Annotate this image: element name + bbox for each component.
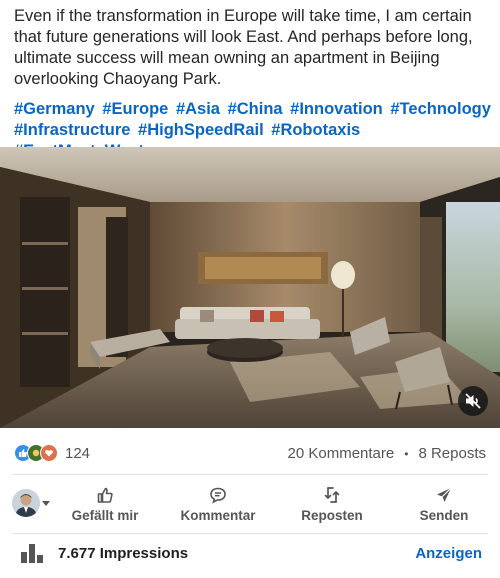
reaction-count: 124 bbox=[65, 444, 91, 462]
reactions-summary[interactable]: 124 bbox=[14, 444, 90, 462]
engagement-counts: 20 Kommentare • 8 Reposts bbox=[288, 445, 486, 462]
social-counts: 124 20 Kommentare • 8 Reposts bbox=[0, 438, 500, 470]
avatar bbox=[12, 489, 40, 517]
reposts-count-link[interactable]: 8 Reposts bbox=[418, 445, 486, 462]
hashtag-link[interactable]: #Germany bbox=[14, 100, 95, 118]
comment-icon bbox=[210, 487, 226, 504]
post-body: Even if the transformation in Europe wil… bbox=[14, 6, 492, 90]
repost-icon bbox=[324, 487, 340, 503]
speaker-muted-icon bbox=[465, 393, 481, 409]
impressions-count: 7.677 Impressions bbox=[58, 544, 189, 562]
repost-button[interactable]: Reposten bbox=[294, 486, 370, 523]
separator-dot: • bbox=[404, 446, 409, 461]
hashtag-link[interactable]: #Asia bbox=[176, 100, 220, 118]
post-text-line: ultimate success will mean owning an apa… bbox=[14, 49, 440, 67]
divider bbox=[12, 474, 488, 475]
hashtag-link[interactable]: #Robotaxis bbox=[271, 121, 360, 139]
repost-label: Reposten bbox=[301, 508, 363, 523]
mute-toggle-button[interactable] bbox=[458, 386, 488, 416]
like-label: Gefällt mir bbox=[71, 508, 139, 523]
comment-label: Kommentar bbox=[180, 508, 256, 523]
chevron-down-icon bbox=[42, 500, 50, 506]
send-icon bbox=[437, 487, 452, 502]
divider bbox=[12, 533, 488, 534]
show-analytics-link[interactable]: Anzeigen bbox=[415, 545, 482, 562]
post-text-line: that future generations will look East. … bbox=[14, 28, 473, 46]
thumbs-up-icon bbox=[97, 487, 113, 503]
post-text-line: Even if the transformation in Europe wil… bbox=[14, 7, 472, 25]
hashtag-link[interactable]: #Technology bbox=[390, 100, 491, 118]
post-text-line: overlooking Chaoyang Park. bbox=[14, 70, 222, 88]
comment-button[interactable]: Kommentar bbox=[178, 486, 258, 523]
hashtag-link[interactable]: #HighSpeedRail bbox=[138, 121, 264, 139]
action-bar: Gefällt mir Kommentar Reposten Senden bbox=[0, 480, 500, 530]
like-button[interactable]: Gefällt mir bbox=[70, 486, 140, 523]
send-button[interactable]: Senden bbox=[412, 486, 476, 523]
analytics-footer: 7.677 Impressions Anzeigen bbox=[0, 538, 500, 572]
hashtag-link[interactable]: #Europe bbox=[102, 100, 168, 118]
video-frame bbox=[0, 147, 500, 428]
comments-count-link[interactable]: 20 Kommentare bbox=[288, 445, 395, 462]
bar-chart-icon bbox=[21, 544, 43, 563]
love-icon bbox=[40, 444, 58, 462]
hashtag-link[interactable]: #Infrastructure bbox=[14, 121, 130, 139]
hashtag-link[interactable]: #Innovation bbox=[290, 100, 383, 118]
impressions-summary: 7.677 Impressions bbox=[20, 543, 188, 563]
video-player[interactable] bbox=[0, 147, 500, 428]
send-label: Senden bbox=[419, 508, 469, 523]
hashtag-link[interactable]: #China bbox=[228, 100, 283, 118]
actor-switcher[interactable] bbox=[12, 489, 50, 517]
